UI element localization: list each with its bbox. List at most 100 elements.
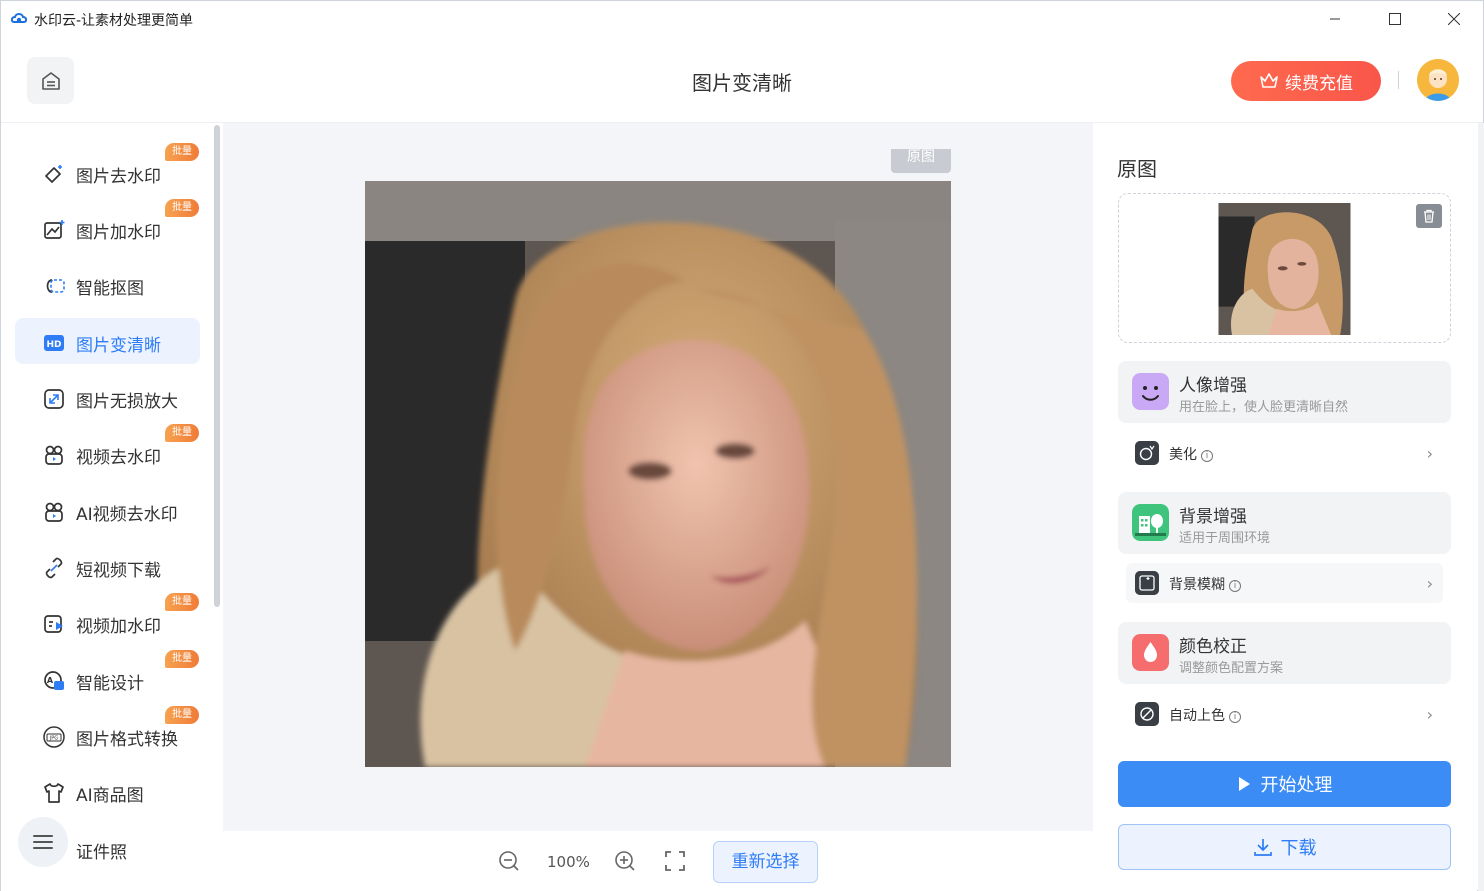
sidebar-item-image-format-convert[interactable]: JPG 图片格式转换 批量 <box>15 706 200 758</box>
option-background-blur[interactable]: 背景模糊 i › <box>1126 563 1443 603</box>
info-icon[interactable]: i <box>1201 450 1213 462</box>
settings-panel-scrollbar[interactable] <box>1478 123 1484 891</box>
maximize-button[interactable] <box>1372 5 1418 33</box>
sidebar-item-label: 图片无损放大 <box>76 392 178 412</box>
download-button[interactable]: 下载 <box>1118 824 1451 870</box>
sidebar-item-video-watermark-remove[interactable]: 视频去水印 批量 <box>15 424 200 476</box>
sidebar-item-label: 图片变清晰 <box>76 336 161 356</box>
title-bar: 水印云-让素材处理更简单 <box>1 1 1483 37</box>
zoom-in-icon[interactable] <box>613 849 637 873</box>
color-correction-group[interactable]: 颜色校正 调整颜色配置方案 <box>1118 622 1451 684</box>
sidebar-item-label: AI视频去水印 <box>76 505 178 525</box>
cutout-icon <box>46 279 65 293</box>
sidebar-item-ai-video-watermark-remove[interactable]: AI视频去水印 <box>15 487 200 533</box>
sidebar-item-video-watermark-add[interactable]: 视频加水印 批量 <box>15 593 200 645</box>
zoom-level: 100% <box>547 853 590 871</box>
sidebar-item-smart-cutout[interactable]: 智能抠图 <box>15 261 200 307</box>
design-icon: A <box>44 671 64 690</box>
settings-panel: 原图 人像增强 用在脸上，使人脸更清晰自然 美化 i › 背景增强 适用于周围环… <box>1093 123 1477 891</box>
app-window: 水印云-让素材处理更简单 图片变清晰 续费充值 图片去水印 批量 图片加水印 批… <box>0 0 1484 891</box>
vip-renew-button[interactable]: 续费充值 <box>1231 61 1381 101</box>
batch-badge: 批量 <box>165 593 199 611</box>
avatar[interactable] <box>1417 59 1459 101</box>
chevron-right-icon: › <box>1426 705 1433 724</box>
beauty-icon <box>1135 441 1159 465</box>
option-auto-colorize[interactable]: 自动上色 i › <box>1126 694 1443 734</box>
jpg-convert-icon: JPG <box>43 726 65 748</box>
start-processing-button[interactable]: 开始处理 <box>1118 761 1451 807</box>
enlarge-icon <box>44 389 64 409</box>
option-label: 美化 <box>1169 447 1197 463</box>
svg-text:HD: HD <box>46 340 61 350</box>
option-label: 背景模糊 <box>1169 577 1225 593</box>
blur-icon <box>1135 571 1159 595</box>
minimize-button[interactable] <box>1312 5 1358 33</box>
sidebar-item-image-watermark-remove[interactable]: 图片去水印 批量 <box>15 143 200 195</box>
building-tree-icon <box>1132 504 1169 541</box>
sidebar: 图片去水印 批量 图片加水印 批量 智能抠图 HD 图片变清晰 图片无损放大 视… <box>1 123 223 891</box>
group-subtitle: 调整颜色配置方案 <box>1179 661 1284 676</box>
original-thumbnail-box[interactable] <box>1118 193 1451 343</box>
play-icon <box>1238 777 1250 791</box>
batch-badge: 批量 <box>165 424 199 442</box>
sidebar-item-label: 证件照 <box>76 843 127 863</box>
sidebar-item-image-sharpen[interactable]: HD 图片变清晰 <box>15 318 200 364</box>
video-add-icon <box>44 615 63 633</box>
menu-toggle-button[interactable] <box>18 817 68 867</box>
video-eraser-icon <box>45 445 63 465</box>
svg-text:A: A <box>47 676 54 685</box>
tshirt-icon <box>44 783 64 803</box>
batch-badge: 批量 <box>165 143 199 161</box>
sidebar-item-label: 视频加水印 <box>76 617 161 637</box>
download-label: 下载 <box>1280 838 1317 859</box>
batch-badge: 批量 <box>165 706 199 724</box>
group-title: 背景增强 <box>1179 507 1247 527</box>
zoom-out-icon[interactable] <box>497 849 521 873</box>
sidebar-item-short-video-download[interactable]: 短视频下载 <box>15 543 200 589</box>
sidebar-scrollbar[interactable] <box>214 125 220 607</box>
sidebar-item-label: 短视频下载 <box>76 561 161 581</box>
colorize-icon <box>1135 702 1159 726</box>
image-add-icon <box>44 220 65 239</box>
sidebar-item-image-watermark-add[interactable]: 图片加水印 批量 <box>15 199 200 251</box>
image-canvas: 原图 <box>223 123 1093 831</box>
link-download-icon <box>45 557 63 579</box>
reselect-button[interactable]: 重新选择 <box>713 841 818 883</box>
info-icon[interactable]: i <box>1229 711 1241 723</box>
batch-badge: 批量 <box>165 650 199 668</box>
batch-badge: 批量 <box>165 199 199 217</box>
info-icon[interactable]: i <box>1229 580 1241 592</box>
original-tag: 原图 <box>891 149 951 173</box>
group-title: 颜色校正 <box>1179 637 1247 657</box>
user-avatar-icon <box>1417 59 1459 101</box>
sidebar-item-label: 图片去水印 <box>76 167 161 187</box>
chevron-right-icon: › <box>1426 574 1433 593</box>
option-label: 自动上色 <box>1169 708 1225 724</box>
close-button[interactable] <box>1431 5 1477 33</box>
group-subtitle: 适用于周围环境 <box>1179 531 1271 546</box>
sidebar-item-label: 图片加水印 <box>76 223 161 243</box>
sidebar-item-ai-product-image[interactable]: AI商品图 <box>15 768 200 814</box>
group-subtitle: 用在脸上，使人脸更清晰自然 <box>1179 400 1349 415</box>
portrait-enhance-group[interactable]: 人像增强 用在脸上，使人脸更清晰自然 <box>1118 361 1451 423</box>
app-title: 水印云-让素材处理更简单 <box>34 13 194 29</box>
minimize-icon <box>1330 18 1340 20</box>
fit-screen-icon[interactable] <box>663 849 687 873</box>
sidebar-item-lossless-enlarge[interactable]: 图片无损放大 <box>15 374 200 420</box>
option-beautify[interactable]: 美化 i › <box>1126 433 1443 473</box>
eraser-icon <box>45 165 62 183</box>
background-enhance-group[interactable]: 背景增强 适用于周围环境 <box>1118 492 1451 554</box>
close-icon <box>1448 13 1460 25</box>
crown-icon <box>1260 73 1278 88</box>
sidebar-item-label: 智能抠图 <box>76 279 144 299</box>
canvas-toolbar: 100% 重新选择 <box>223 831 1093 891</box>
start-processing-label: 开始处理 <box>1260 775 1333 796</box>
app-logo-icon <box>10 13 28 23</box>
thumbnail-photo <box>1218 203 1351 335</box>
app-header: 图片变清晰 续费充值 <box>1 37 1483 123</box>
delete-image-button[interactable] <box>1416 204 1442 228</box>
sidebar-item-smart-design[interactable]: A 智能设计 批量 <box>15 650 200 702</box>
menu-icon <box>33 835 53 849</box>
original-section-title: 原图 <box>1117 157 1157 181</box>
sidebar-item-label: 智能设计 <box>76 674 144 694</box>
